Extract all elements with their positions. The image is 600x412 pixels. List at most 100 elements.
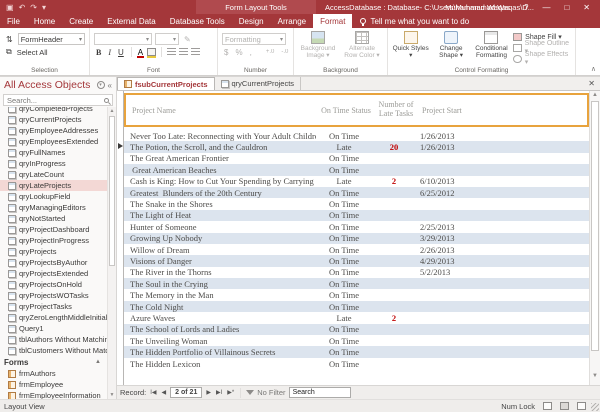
first-record-button[interactable]: I◀ xyxy=(149,389,157,396)
document-close-icon[interactable]: ✕ xyxy=(583,77,600,90)
signed-in-user[interactable]: Muhammad Waqas xyxy=(445,3,510,12)
nav-menu-icon[interactable]: ▾ xyxy=(97,81,105,89)
nav-item[interactable]: qryLateCount xyxy=(0,169,107,180)
redo-icon[interactable]: ↷ xyxy=(30,3,37,12)
select-all-button[interactable]: ⧉ Select All xyxy=(4,47,85,57)
tab-arrange[interactable]: Arrange xyxy=(271,14,313,28)
cell-project-name[interactable]: The Light of Heat xyxy=(124,210,316,220)
table-row[interactable]: Greatest Blunders of the 20th CenturyOn … xyxy=(124,187,589,198)
tab-fsubcurrentprojects[interactable]: fsubCurrentProjects xyxy=(117,77,215,90)
alternate-row-color-button[interactable]: Alternate Row Color ▾ xyxy=(342,31,382,64)
cell-late-tasks[interactable]: 2 xyxy=(372,176,416,186)
table-row[interactable]: Great American BeachesOn Time xyxy=(124,164,589,175)
cell-late-tasks[interactable]: 20 xyxy=(372,142,416,152)
nav-item[interactable]: qryProjectsWOTasks xyxy=(0,290,107,301)
table-row[interactable]: Hunter of SomeoneOn Time2/25/2013 xyxy=(124,221,589,232)
formatting-combobox[interactable]: Formatting ▾ xyxy=(222,33,286,45)
table-row[interactable]: Growing Up NobodyOn Time3/29/2013 xyxy=(124,233,589,244)
nav-item[interactable]: qryProjectsExtended xyxy=(0,268,107,279)
nav-group-forms[interactable]: Forms▲ xyxy=(0,356,107,368)
nav-item[interactable]: qryNotStarted xyxy=(0,213,107,224)
tab-external-data[interactable]: External Data xyxy=(100,14,162,28)
cell-on-time-status[interactable]: On Time xyxy=(316,347,372,357)
nav-pane-title[interactable]: All Access Objects xyxy=(4,79,90,91)
nav-item[interactable]: qryInProgress xyxy=(0,158,107,169)
form-scrollbar-thumb[interactable] xyxy=(591,101,599,351)
table-row[interactable]: The Cold NightOn Time xyxy=(124,301,589,312)
cell-project-start[interactable]: 6/25/2012 xyxy=(416,188,496,198)
table-row[interactable]: The Snake in the ShoresOn Time xyxy=(124,198,589,209)
nav-search-box[interactable] xyxy=(3,94,113,106)
shutter-bar-close-icon[interactable]: « xyxy=(108,81,112,90)
cell-project-start[interactable]: 6/10/2013 xyxy=(416,176,496,186)
cell-on-time-status[interactable]: On Time xyxy=(316,188,372,198)
nav-item[interactable]: frmEmployee xyxy=(0,379,107,390)
form-header-selected[interactable]: Project Name On Time Status Number of La… xyxy=(124,93,589,127)
column-header-project-name[interactable]: Project Name xyxy=(126,106,318,115)
currency-format-button[interactable]: $ xyxy=(222,48,230,57)
cell-on-time-status[interactable]: On Time xyxy=(316,165,372,175)
cell-project-name[interactable]: Azure Waves xyxy=(124,313,316,323)
background-image-button[interactable]: Background Image ▾ xyxy=(298,31,338,64)
nav-item[interactable]: qryLateProjects xyxy=(0,180,107,191)
design-view-icon[interactable] xyxy=(577,402,586,410)
cell-on-time-status[interactable]: On Time xyxy=(316,256,372,266)
close-button[interactable]: ✕ xyxy=(583,3,590,12)
form-view-icon[interactable] xyxy=(543,402,552,410)
cell-project-name[interactable]: The Great American Frontier xyxy=(124,153,316,163)
cell-project-start[interactable]: 5/2/2013 xyxy=(416,267,496,277)
qat-customize-icon[interactable]: ▾ xyxy=(42,3,46,12)
table-row[interactable]: The Hidden Portfolio of Villainous Secre… xyxy=(124,346,589,357)
italic-button[interactable]: I xyxy=(106,48,113,57)
nav-item[interactable]: frmAuthors xyxy=(0,368,107,379)
search-input[interactable] xyxy=(7,96,104,105)
table-row[interactable]: Visions of DangerOn Time4/29/2013 xyxy=(124,255,589,266)
tab-database-tools[interactable]: Database Tools xyxy=(163,14,232,28)
column-header-project-start[interactable]: Project Start xyxy=(418,106,498,115)
table-row[interactable]: The School of Lords and LadiesOn Time xyxy=(124,324,589,335)
cell-project-name[interactable]: Growing Up Nobody xyxy=(124,233,316,243)
table-row[interactable]: The River in the ThornsOn Time5/2/2013 xyxy=(124,267,589,278)
tab-qrycurrentprojects[interactable]: qryCurrentProjects xyxy=(215,77,302,90)
nav-item[interactable]: qryFullNames xyxy=(0,147,107,158)
table-row[interactable]: The Unveiling WomanOn Time xyxy=(124,335,589,346)
cell-project-start[interactable]: 4/29/2013 xyxy=(416,256,496,266)
tab-format[interactable]: Format xyxy=(313,14,352,28)
nav-item[interactable]: frmEmployeeInformation xyxy=(0,390,107,399)
scroll-up-icon[interactable]: ▲ xyxy=(108,108,116,114)
comma-format-button[interactable]: , xyxy=(248,48,254,57)
font-name-combobox[interactable]: ▾ xyxy=(94,33,152,45)
cell-project-name[interactable]: The Soul in the Crying xyxy=(124,279,316,289)
cell-project-name[interactable]: The Cold Night xyxy=(124,302,316,312)
collapse-ribbon-icon[interactable]: ∧ xyxy=(591,65,596,73)
help-button[interactable]: ? xyxy=(524,3,528,12)
table-row[interactable]: The Hidden LexiconOn Time xyxy=(124,358,589,369)
table-row[interactable]: Cash is King: How to Cut Your Spending b… xyxy=(124,176,589,187)
maximize-button[interactable]: □ xyxy=(564,3,569,12)
tab-design[interactable]: Design xyxy=(232,14,271,28)
tab-file[interactable]: File xyxy=(0,14,27,28)
table-row[interactable]: Never Too Late: Reconnecting with Your A… xyxy=(124,130,589,141)
cell-project-name[interactable]: Never Too Late: Reconnecting with Your A… xyxy=(124,131,316,141)
cell-on-time-status[interactable]: On Time xyxy=(316,199,372,209)
nav-item[interactable]: tblAuthors Without Matchin... xyxy=(0,334,107,345)
cell-on-time-status[interactable]: On Time xyxy=(316,279,372,289)
cell-on-time-status[interactable]: Late xyxy=(316,313,372,323)
nav-item[interactable]: qryEmployeesExtended xyxy=(0,136,107,147)
font-color-button[interactable]: A xyxy=(137,48,144,57)
cell-on-time-status[interactable]: On Time xyxy=(316,245,372,255)
nav-item[interactable]: qryCompletedProjects xyxy=(0,107,107,114)
align-center-button[interactable] xyxy=(179,48,188,56)
nav-item[interactable]: qryProjectInProgress xyxy=(0,235,107,246)
cell-project-name[interactable]: The Memory in the Man xyxy=(124,290,316,300)
table-row[interactable]: The Light of HeatOn Time xyxy=(124,210,589,221)
nav-item[interactable]: qryCurrentProjects xyxy=(0,114,107,125)
cell-on-time-status[interactable]: On Time xyxy=(316,324,372,334)
increase-decimals-button[interactable]: +.0 xyxy=(264,49,277,55)
cell-project-name[interactable]: The Unveiling Woman xyxy=(124,336,316,346)
cell-project-name[interactable]: Cash is King: How to Cut Your Spending b… xyxy=(124,176,316,186)
cell-on-time-status[interactable]: On Time xyxy=(316,359,372,369)
cell-project-name[interactable]: Willow of Dream xyxy=(124,245,316,255)
scroll-down-icon[interactable]: ▼ xyxy=(108,392,116,398)
formheader-combobox[interactable]: FormHeader ▾ xyxy=(18,33,85,45)
